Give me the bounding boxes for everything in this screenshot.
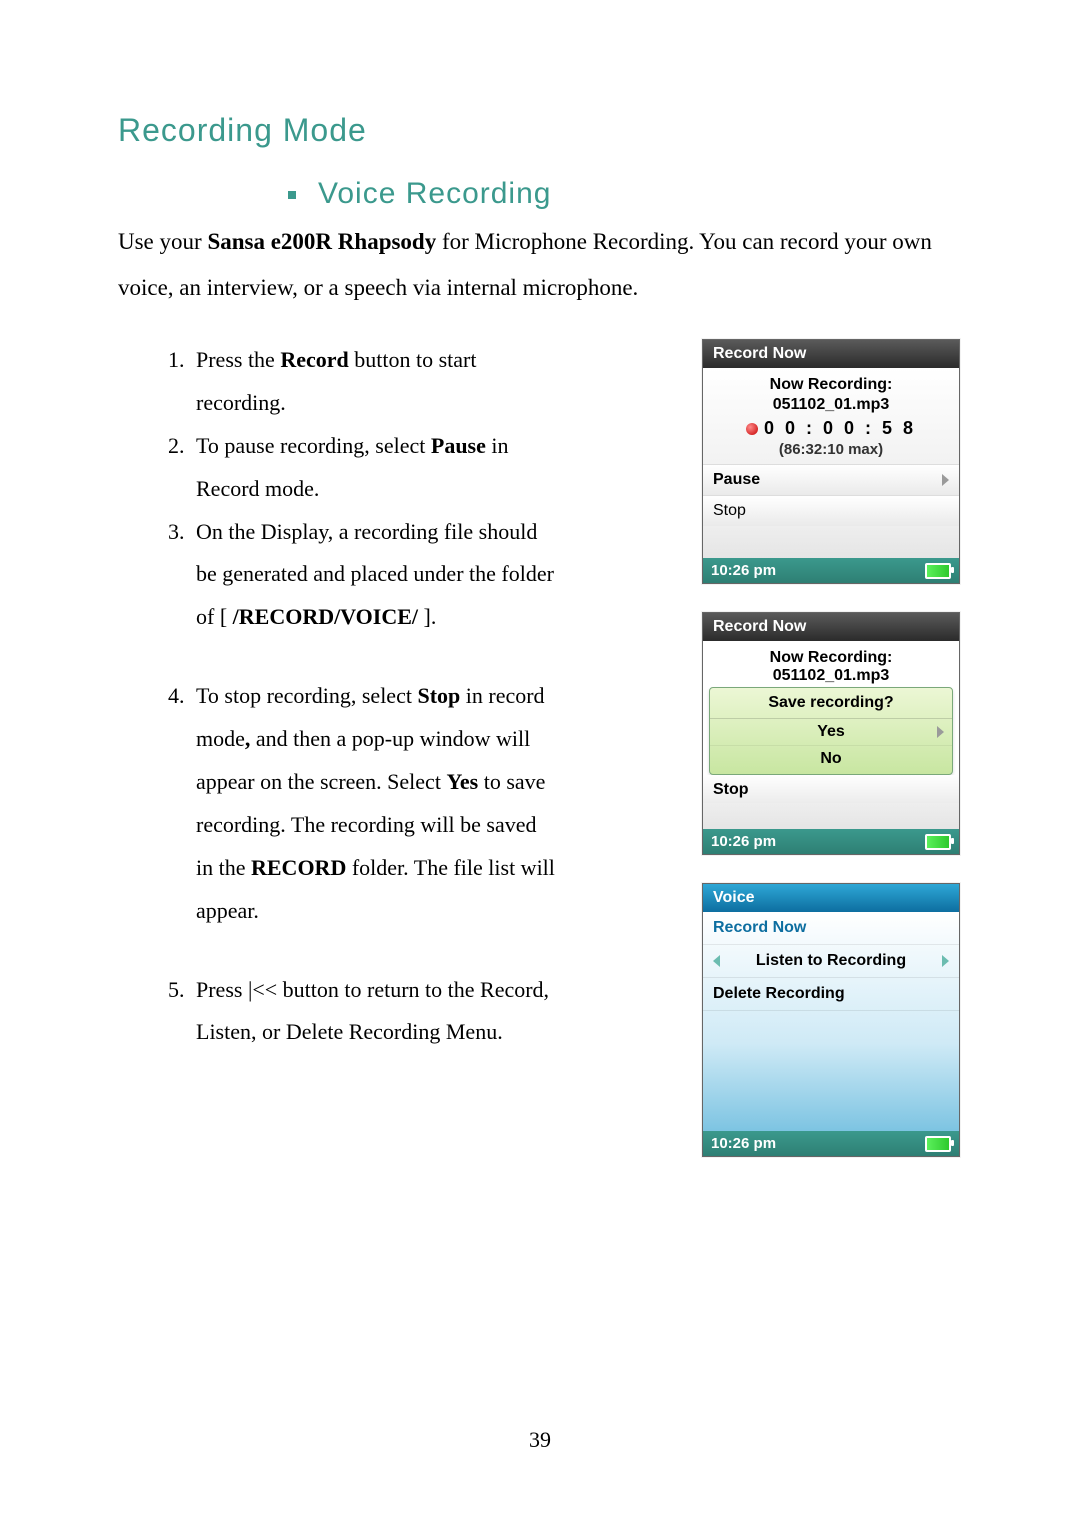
step-text: To pause recording, select (196, 433, 431, 458)
step-1: Press the Record button to start recordi… (190, 339, 558, 425)
step-bold: Stop (417, 683, 460, 708)
step-bold: /RECORD/VOICE/ (233, 604, 418, 629)
device-screen-voice-menu: Voice Record Now Listen to Recording Del… (702, 883, 960, 1157)
chevron-right-icon (937, 726, 944, 738)
recording-time: 0 0 : 0 0 : 5 8 (764, 418, 916, 438)
save-yes[interactable]: Yes (710, 719, 952, 745)
recording-max: (86:32:10 max) (711, 441, 951, 458)
voice-item-label: Delete Recording (713, 985, 949, 1003)
save-question: Save recording? (710, 688, 952, 719)
step-2: To pause recording, select Pause in Reco… (190, 425, 558, 511)
voice-item-label: Listen to Recording (720, 952, 942, 970)
step-bold: Yes (446, 769, 478, 794)
stop-item[interactable]: Stop (703, 495, 959, 526)
screen-title: Voice (703, 884, 959, 912)
save-popup: Save recording? Yes No (709, 687, 953, 775)
step-3: On the Display, a recording file should … (190, 511, 558, 640)
step-bold: Record (280, 347, 348, 372)
steps-list-2: To stop recording, select Stop in record… (118, 675, 558, 932)
step-text: ]. (418, 604, 436, 629)
now-recording-label: Now Recording: (711, 649, 951, 667)
now-recording-label: Now Recording: (711, 376, 951, 394)
screen-title: Record Now (703, 340, 959, 368)
clock-label: 10:26 pm (711, 1135, 776, 1152)
battery-icon (925, 834, 951, 850)
voice-record-now[interactable]: Record Now (703, 912, 959, 945)
step-bold: RECORD (251, 855, 346, 880)
pause-item[interactable]: Pause (703, 464, 959, 495)
subsection-title: Voice Recording (318, 177, 960, 211)
chevron-left-icon (713, 955, 720, 967)
clock-label: 10:26 pm (711, 833, 776, 850)
device-screen-record-now: Record Now Now Recording: 051102_01.mp3 … (702, 339, 960, 584)
steps-list: Press the Record button to start recordi… (118, 339, 558, 639)
recording-filename: 051102_01.mp3 (711, 667, 951, 685)
pause-label: Pause (713, 471, 760, 489)
clock-label: 10:26 pm (711, 562, 776, 579)
voice-delete[interactable]: Delete Recording (703, 978, 959, 1011)
step-5: Press |<< button to return to the Record… (190, 969, 558, 1055)
chevron-right-icon (942, 474, 949, 486)
step-text: Press the (196, 347, 280, 372)
save-no[interactable]: No (710, 745, 952, 772)
chevron-right-icon (942, 955, 949, 967)
intro-paragraph: Use your Sansa e200R Rhapsody for Microp… (118, 219, 960, 311)
steps-list-3: Press |<< button to return to the Record… (118, 969, 558, 1055)
save-no-label: No (820, 750, 841, 768)
recording-filename: 051102_01.mp3 (711, 396, 951, 414)
intro-product: Sansa e200R Rhapsody (207, 229, 436, 254)
save-yes-label: Yes (817, 723, 845, 741)
step-4: To stop recording, select Stop in record… (190, 675, 558, 932)
device-screen-save-prompt: Record Now Now Recording: 051102_01.mp3 … (702, 612, 960, 855)
battery-icon (925, 1136, 951, 1152)
record-dot-icon (746, 423, 758, 435)
stop-item-behind: Stop (703, 775, 959, 803)
stop-label: Stop (713, 502, 746, 520)
step-text: To stop recording, select (196, 683, 417, 708)
voice-listen[interactable]: Listen to Recording (703, 945, 959, 978)
step-bold: Pause (431, 433, 486, 458)
section-title: Recording Mode (118, 112, 960, 149)
intro-text: Use your (118, 229, 207, 254)
voice-item-label: Record Now (713, 919, 949, 937)
battery-icon (925, 563, 951, 579)
page-number: 39 (0, 1427, 1080, 1453)
screen-title: Record Now (703, 613, 959, 641)
